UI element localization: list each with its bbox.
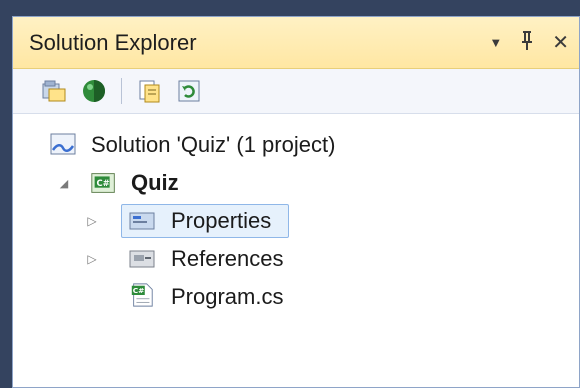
tree-node-properties[interactable]: ▷ Properties: [13, 202, 579, 240]
solution-icon: [50, 133, 76, 155]
show-all-files-button[interactable]: [79, 76, 109, 106]
tree-node-project[interactable]: ◢ C# Quiz: [13, 164, 579, 202]
svg-text:C#: C#: [97, 178, 110, 188]
tree-node-program[interactable]: C# Program.cs: [13, 278, 579, 316]
view-code-icon: [139, 80, 160, 103]
references-folder-icon: [129, 250, 155, 268]
solution-label: Solution 'Quiz' (1 project): [91, 132, 336, 157]
view-code-button[interactable]: [134, 76, 164, 106]
expand-arrow-icon[interactable]: ▷: [85, 214, 99, 228]
tree-node-solution[interactable]: Solution 'Quiz' (1 project): [13, 126, 579, 164]
solution-explorer-panel: Solution Explorer ▼ ✕ Solution 'Quiz' (1…: [12, 16, 580, 388]
panel-title: Solution Explorer: [29, 29, 197, 55]
svg-text:C#: C#: [133, 286, 145, 295]
project-label: Quiz: [131, 170, 179, 195]
properties-icon: [42, 80, 66, 102]
csharp-project-icon: C#: [91, 173, 115, 193]
pin-icon[interactable]: [518, 30, 536, 56]
toolbar-separator: [121, 78, 122, 104]
show-all-files-icon: [83, 80, 105, 102]
panel-titlebar: Solution Explorer ▼ ✕: [13, 17, 579, 69]
properties-label: Properties: [171, 208, 272, 233]
pin-icon-glyph: [522, 30, 533, 50]
tree-node-references[interactable]: ▷ References: [13, 240, 579, 278]
csharp-file-icon: C#: [131, 283, 153, 307]
collapse-arrow-icon[interactable]: ◢: [57, 176, 71, 190]
titlebar-controls: ▼ ✕: [489, 30, 569, 56]
panel-toolbar: [13, 69, 579, 114]
references-label: References: [171, 246, 284, 271]
refresh-button[interactable]: [174, 76, 204, 106]
properties-button[interactable]: [39, 76, 69, 106]
properties-folder-icon: [129, 212, 155, 230]
refresh-icon: [178, 80, 200, 102]
program-label: Program.cs: [171, 284, 284, 309]
close-icon[interactable]: ✕: [552, 33, 569, 53]
window-frame: Solution Explorer ▼ ✕ Solution 'Quiz' (1…: [0, 0, 580, 388]
solution-tree: Solution 'Quiz' (1 project) ◢ C# Quiz ▷: [13, 114, 579, 316]
dropdown-icon[interactable]: ▼: [489, 36, 502, 49]
expand-arrow-icon[interactable]: ▷: [85, 252, 99, 266]
